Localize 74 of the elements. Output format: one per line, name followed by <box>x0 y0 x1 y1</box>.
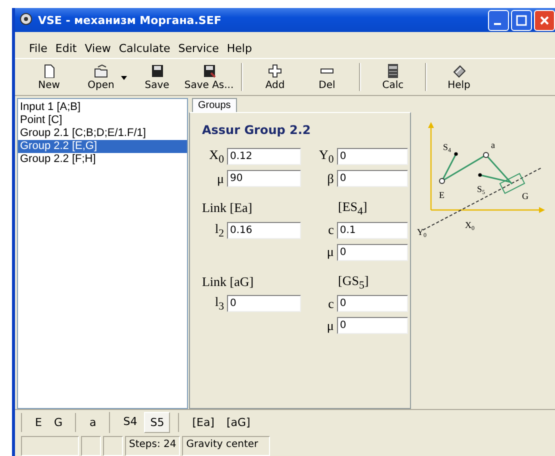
list-item[interactable]: Group 2.2 [F;H] <box>18 153 187 166</box>
field-label: μ <box>326 244 335 260</box>
minimize-icon <box>494 22 501 24</box>
status-pane <box>103 436 123 456</box>
point-label: G <box>522 191 528 201</box>
section-label: Link [Ea] <box>202 200 252 216</box>
list-item[interactable]: Point [C] <box>18 114 187 127</box>
toggle-button[interactable]: E <box>30 412 47 432</box>
toolbar-button[interactable]: Del <box>301 64 353 90</box>
list-item[interactable]: Group 2.2 [E,G] <box>18 140 187 153</box>
point-label: X$_{0}$ <box>465 220 474 232</box>
new-button[interactable]: New <box>23 64 75 90</box>
calculator-icon <box>386 64 400 78</box>
toggle-button[interactable]: S4 <box>118 412 142 432</box>
input-field[interactable]: 0 <box>336 244 408 261</box>
document-icon <box>42 64 56 78</box>
close-button[interactable] <box>534 10 555 30</box>
toggle-button[interactable]: a <box>84 412 102 432</box>
input-field[interactable]: 0.1 <box>336 222 408 239</box>
menu-item[interactable]: Service <box>174 40 223 56</box>
field-label: X$_{0}$ <box>208 147 225 166</box>
toggle-button[interactable]: [Ea] <box>187 412 220 432</box>
point-label: a <box>491 140 495 150</box>
group-title: Assur Group 2.2 <box>202 123 312 137</box>
list-item[interactable]: Input 1 [A;B] <box>18 101 187 114</box>
toggle-button[interactable]: G <box>48 412 68 432</box>
field-label: c <box>327 296 335 312</box>
toolbar-button[interactable]: Save As... <box>183 64 235 90</box>
status-text: Steps: 24 <box>125 436 180 456</box>
section-label: Link [aG] <box>202 274 254 290</box>
tab[interactable]: Groups <box>192 98 237 112</box>
field-label: Y$_{0}$ <box>318 147 335 166</box>
point-label: E <box>439 190 444 200</box>
window-title: VSE - механизм Моргана.SEF <box>38 14 222 26</box>
field-label: c <box>327 222 335 238</box>
menu-item[interactable]: Edit <box>51 40 81 56</box>
menu-item[interactable]: Help <box>222 40 256 56</box>
toolbar-button[interactable]: Save <box>131 64 183 90</box>
status-pane <box>81 436 101 456</box>
menu-item[interactable]: File <box>25 40 52 56</box>
maximize-button[interactable] <box>511 10 532 30</box>
menu-item[interactable]: Calculate <box>114 40 174 56</box>
status-text: Gravity center <box>182 436 270 456</box>
point-label: S$_{5}$ <box>477 184 486 196</box>
toggle-button[interactable]: [aG] <box>221 412 256 432</box>
input-field[interactable]: 0.12 <box>226 148 301 165</box>
field-label: μ <box>216 170 225 186</box>
point-label: S$_{4}$ <box>443 142 452 154</box>
toggle-button[interactable]: S5 <box>144 412 170 432</box>
point-label: Y$_{0}$ <box>417 227 426 239</box>
plus-icon <box>268 64 282 78</box>
toolbar-button[interactable]: Help <box>433 64 485 90</box>
input-field[interactable]: 0 <box>336 317 408 334</box>
toolbar-button[interactable]: Add <box>249 64 301 90</box>
section-label: [GS$_{5}$] <box>336 272 369 292</box>
field-label: l$_{2}$ <box>214 220 225 240</box>
list-item[interactable]: Group 2.1 [C;B;D;E/1.F/1] <box>18 127 187 140</box>
folder-icon <box>94 64 108 78</box>
minimize-button[interactable] <box>488 10 509 30</box>
input-field[interactable]: 0 <box>336 170 408 187</box>
toolbar-button[interactable]: Open <box>75 64 127 90</box>
input-field[interactable]: 0 <box>336 295 408 312</box>
field-label: β <box>326 170 335 186</box>
book-icon <box>452 64 466 78</box>
input-field[interactable]: 0 <box>226 295 301 312</box>
field-label: l$_{3}$ <box>214 294 225 313</box>
menu-item[interactable]: View <box>80 40 115 56</box>
input-field[interactable]: 0.16 <box>226 222 301 239</box>
toolbar-button[interactable]: Calc <box>367 64 419 90</box>
field-label: μ <box>326 318 335 334</box>
input-field[interactable]: 0 <box>336 148 408 165</box>
section-label: [ES$_{4}$] <box>336 199 368 218</box>
input-field[interactable]: 90 <box>226 170 301 187</box>
status-pane <box>21 436 79 456</box>
